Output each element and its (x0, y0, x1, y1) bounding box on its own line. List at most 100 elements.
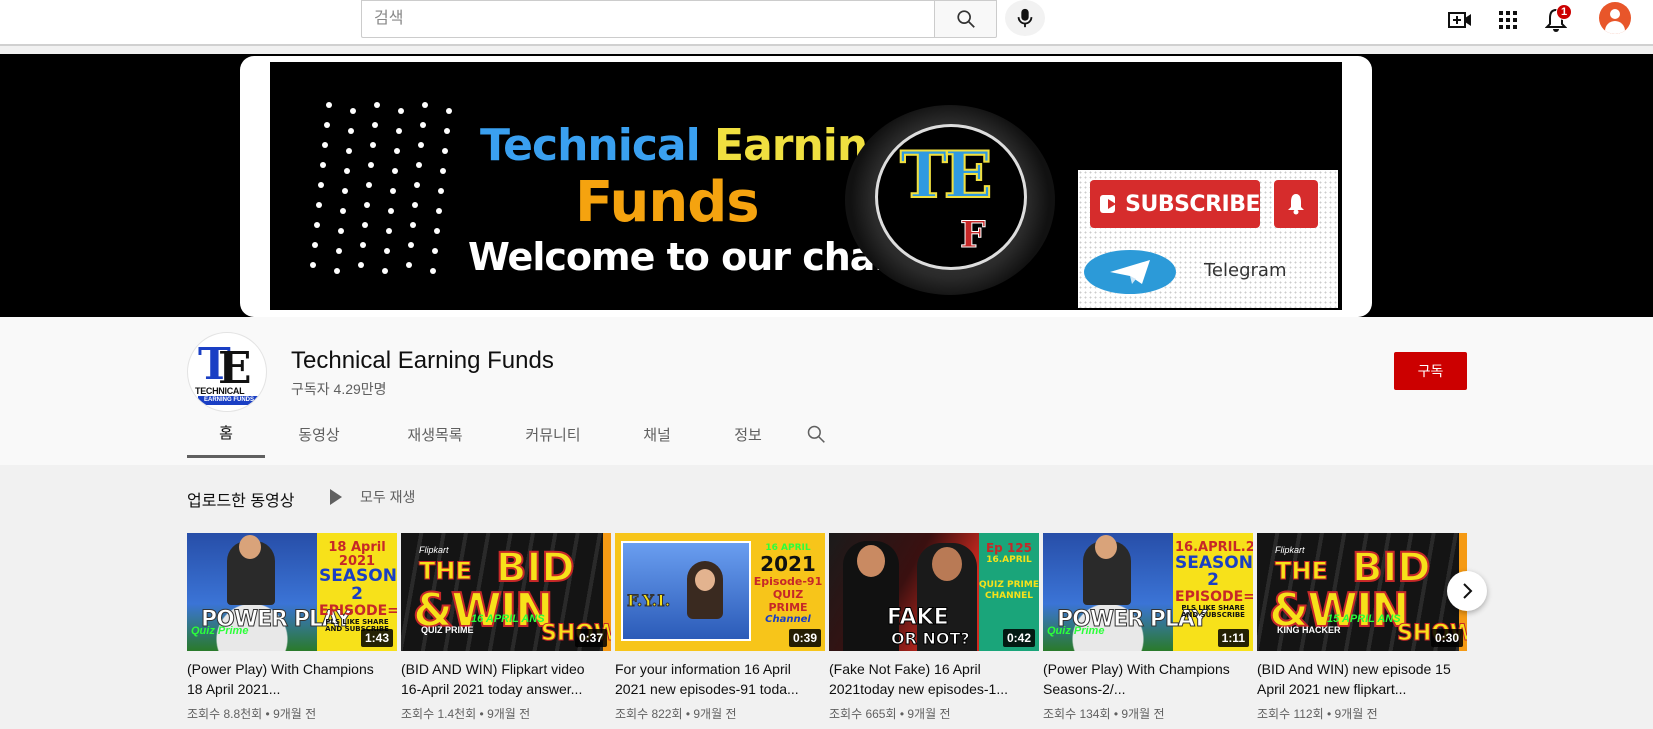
channel-avatar[interactable]: T E TECHNICAL EARNING FUNDS (187, 332, 267, 412)
banner-dot (334, 268, 340, 274)
banner-dot (442, 148, 448, 154)
video-thumbnail[interactable]: Ep 125 16.APRIL QUIZ PRIME CHANNEL FAKE … (829, 533, 1039, 651)
thumbnail-face (857, 545, 885, 577)
video-duration: 1:43 (360, 629, 393, 647)
play-all-button[interactable]: 모두 재생 (330, 487, 415, 507)
voice-search-button[interactable] (1005, 0, 1045, 36)
banner-dot (364, 202, 370, 208)
video-metadata: 조회수 112회 • 9개월 전 (1257, 707, 1378, 721)
banner-dot (316, 202, 322, 208)
account-avatar[interactable] (1599, 2, 1631, 34)
banner-dot (322, 142, 328, 148)
thumbnail-text: Channel (765, 614, 811, 626)
uploads-shelf-title[interactable]: 업로드한 동영상 (187, 487, 295, 511)
thumbnail-side-text: 16 APRIL 2021 Episode-91 QUIZ PRIME Chan… (753, 543, 823, 626)
tab-about[interactable]: 정보 (705, 410, 791, 458)
thumbnail-side-text: Ep 125 16.APRIL QUIZ PRIME CHANNEL (979, 541, 1039, 602)
video-thumbnail[interactable]: F.Y.I. 16 APRIL 2021 Episode-91 QUIZ PRI… (615, 533, 825, 651)
video-card[interactable]: Ep 125 16.APRIL QUIZ PRIME CHANNEL FAKE … (829, 533, 1039, 722)
search-button[interactable] (934, 0, 997, 38)
video-thumbnail[interactable]: Flipkart THE BID &WIN 16 APRIL ANS QUIZ … (401, 533, 611, 651)
banner-dot-pattern (310, 102, 470, 292)
banner-dot (438, 188, 444, 194)
play-icon (330, 489, 342, 505)
banner-dot (430, 268, 436, 274)
video-card[interactable]: Flipkart THE BID &WIN 16 APRIL ANS QUIZ … (401, 533, 611, 722)
banner-dot (410, 222, 416, 228)
shelf-next-button[interactable] (1447, 571, 1487, 611)
banner-dot (390, 188, 396, 194)
banner-dot (350, 108, 356, 114)
video-title[interactable]: (Power Play) With Champions 18 April 202… (187, 659, 397, 699)
video-card[interactable]: POWER PLAY 18 April 2021 SEASON-2 EPISOD… (187, 533, 397, 722)
chevron-right-icon (1463, 583, 1473, 599)
thumbnail-text: QUIZ PRIME (421, 625, 474, 635)
banner-dot (422, 102, 428, 108)
banner-dot (432, 248, 438, 254)
video-thumbnail[interactable]: POWER PLAY 18 April 2021 SEASON-2 EPISOD… (187, 533, 397, 651)
search-input[interactable] (361, 0, 934, 38)
thumbnail-text: FAKE (887, 605, 950, 631)
tab-home[interactable]: 홈 (187, 410, 265, 458)
video-duration: 0:42 (1002, 629, 1035, 647)
video-card[interactable]: Flipkart THE BID &WIN 15 APRIL ANS KING … (1257, 533, 1467, 722)
video-title[interactable]: For your information 16 April 2021 new e… (615, 659, 825, 699)
video-title[interactable]: (Fake Not Fake) 16 April 2021today new e… (829, 659, 1039, 699)
banner-dot (398, 108, 404, 114)
tab-playlists[interactable]: 재생목록 (373, 410, 497, 458)
video-metadata: 조회수 822회 • 9개월 전 (615, 707, 737, 721)
banner-dot (436, 208, 442, 214)
tab-channels[interactable]: 채널 (609, 410, 705, 458)
search-icon (807, 425, 825, 443)
channel-tabs: 홈 동영상 재생목록 커뮤니티 채널 정보 (187, 410, 831, 458)
banner-dot (312, 242, 318, 248)
banner-dot (388, 208, 394, 214)
tab-videos[interactable]: 동영상 (265, 410, 373, 458)
banner-dot (392, 168, 398, 174)
notifications-button[interactable]: 1 (1542, 4, 1572, 34)
video-thumbnail[interactable]: Flipkart THE BID &WIN 15 APRIL ANS KING … (1257, 533, 1467, 651)
channel-name: Technical Earning Funds (291, 347, 554, 374)
video-duration: 0:30 (1430, 629, 1463, 647)
thumbnail-text: Ep 125 (985, 541, 1032, 555)
banner-dot (396, 128, 402, 134)
banner-dot (360, 242, 366, 248)
banner-dot (386, 228, 392, 234)
video-card[interactable]: F.Y.I. 16 APRIL 2021 Episode-91 QUIZ PRI… (615, 533, 825, 722)
banner-dot (440, 168, 446, 174)
channel-banner: Technical Earning Funds Welcome to our c… (0, 54, 1653, 317)
video-card[interactable]: POWER PLAY 16.APRIL.2021 SEASON 2 EPISOD… (1043, 533, 1253, 722)
video-thumbnail[interactable]: POWER PLAY 16.APRIL.2021 SEASON 2 EPISOD… (1043, 533, 1253, 651)
thumbnail-side-text: 16.APRIL.2021 SEASON 2 EPISODE=8 PLS LIK… (1175, 541, 1253, 620)
banner-dot (348, 128, 354, 134)
channel-avatar-caption: TECHNICAL (195, 386, 245, 396)
banner-dot (382, 268, 388, 274)
video-title[interactable]: (BID And WIN) new episode 15 April 2021 … (1257, 659, 1467, 699)
thumbnail-text: EPISODE=10 (319, 602, 397, 619)
apps-button[interactable] (1494, 6, 1522, 34)
subscribe-button[interactable]: 구독 (1394, 352, 1467, 390)
tab-community[interactable]: 커뮤니티 (497, 410, 609, 458)
video-duration: 1:11 (1217, 629, 1249, 647)
video-title[interactable]: (BID AND WIN) Flipkart video 16-April 20… (401, 659, 611, 699)
apps-icon (1499, 11, 1517, 29)
home-content: 업로드한 동영상 모두 재생 POWER PLAY 18 April 2021 … (0, 465, 1653, 729)
video-metadata: 조회수 134회 • 9개월 전 (1043, 707, 1165, 721)
video-duration: 0:39 (788, 629, 821, 647)
telegram-label: Telegram (1204, 260, 1287, 281)
video-metadata: 조회수 8.8천회 • 9개월 전 (187, 707, 317, 721)
video-shelf: POWER PLAY 18 April 2021 SEASON-2 EPISOD… (187, 533, 1471, 722)
banner-dot (444, 128, 450, 134)
banner-dot (318, 182, 324, 188)
thumbnail-text: QUIZ PRIME CHANNEL (979, 580, 1039, 601)
banner-dot (368, 162, 374, 168)
video-title[interactable]: (Power Play) With Champions Seasons-2/..… (1043, 659, 1253, 699)
banner-dot (366, 182, 372, 188)
banner-dot (418, 142, 424, 148)
banner-subscribe-badge: SUBSCRIBE (1090, 180, 1260, 228)
channel-search-button[interactable] (801, 410, 831, 458)
thumbnail-text: PLS LIKE SHARE AND SUBSCRIBE (1181, 604, 1245, 620)
banner-dot (336, 248, 342, 254)
create-video-button[interactable] (1446, 6, 1474, 34)
banner-dot (446, 108, 452, 114)
